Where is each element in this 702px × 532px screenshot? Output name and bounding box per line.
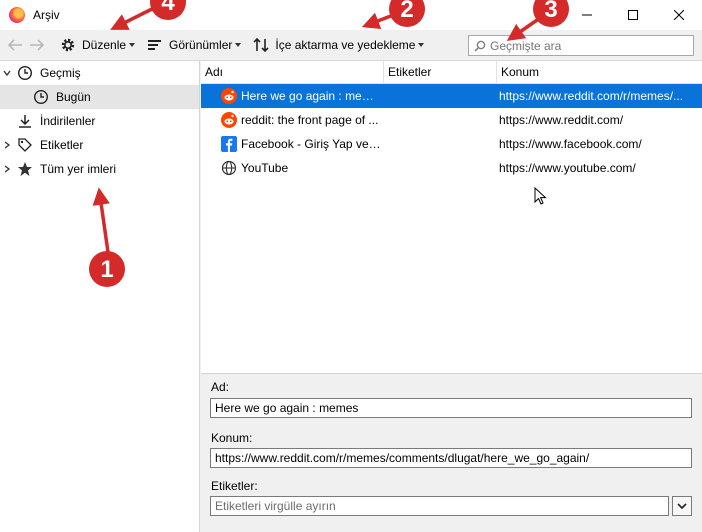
sidebar-item-downloads[interactable]: İndirilenler	[0, 109, 199, 133]
clock-icon	[16, 65, 34, 81]
facebook-icon	[221, 136, 237, 152]
caret-down-icon	[129, 43, 136, 47]
title-bar: Arşiv	[0, 0, 702, 30]
row-name: Here we go again : memes	[241, 89, 382, 103]
list-icon	[148, 40, 162, 50]
gear-icon	[61, 38, 75, 52]
row-location: https://www.reddit.com/	[499, 113, 624, 127]
tag-icon	[16, 137, 34, 153]
forward-button[interactable]	[26, 34, 48, 56]
organize-label: Düzenle	[82, 38, 127, 52]
name-field[interactable]: Here we go again : memes	[210, 398, 692, 418]
import-backup-button[interactable]: İçe aktarma ve yedekleme	[249, 33, 428, 57]
sidebar: Geçmiş Bugün İndirilenler Etiketler Tüm …	[0, 61, 200, 532]
views-button[interactable]: Görünümler	[143, 33, 245, 57]
star-icon	[16, 161, 34, 177]
back-button[interactable]	[4, 34, 26, 56]
location-field-label: Konum:	[211, 431, 253, 445]
sidebar-item-label: İndirilenler	[40, 114, 96, 128]
tags-field-label: Etiketler:	[211, 479, 258, 493]
firefox-icon	[9, 7, 25, 23]
sidebar-item-today[interactable]: Bugün	[0, 85, 199, 109]
row-location: https://www.facebook.com/	[499, 137, 642, 151]
caret-down-icon	[235, 43, 242, 47]
sidebar-item-tags[interactable]: Etiketler	[0, 133, 199, 157]
download-icon	[16, 113, 34, 129]
column-header-location[interactable]: Konum	[497, 61, 702, 84]
minimize-button[interactable]	[564, 0, 610, 30]
import-export-icon	[253, 37, 269, 53]
row-name: YouTube	[241, 161, 289, 175]
search-box[interactable]	[468, 35, 694, 56]
table-row[interactable]: reddit: the front page of ... https://ww…	[201, 108, 702, 132]
views-label: Görünümler	[169, 38, 233, 52]
globe-icon	[221, 160, 237, 176]
toolbar: Düzenle Görünümler İçe aktarma ve yedekl…	[0, 30, 702, 61]
clock-icon	[32, 89, 50, 105]
sidebar-item-all-bookmarks[interactable]: Tüm yer imleri	[0, 157, 199, 181]
row-name: reddit: the front page of ...	[241, 113, 379, 127]
chevron-right-icon[interactable]	[0, 141, 14, 149]
sidebar-item-label: Etiketler	[40, 138, 84, 152]
row-name: Facebook - Giriş Yap vey...	[241, 137, 382, 151]
table-row[interactable]: Here we go again : memes https://www.red…	[201, 84, 702, 108]
close-button[interactable]	[656, 0, 702, 30]
chevron-right-icon[interactable]	[0, 165, 14, 173]
forward-arrow-icon	[30, 39, 45, 51]
reddit-icon	[221, 88, 237, 104]
column-header-tags[interactable]: Etiketler	[384, 61, 497, 84]
organize-button[interactable]: Düzenle	[56, 33, 139, 57]
sidebar-item-label: Geçmiş	[40, 66, 81, 80]
maximize-icon	[628, 10, 638, 20]
sidebar-item-label: Tüm yer imleri	[40, 162, 117, 176]
search-input[interactable]	[490, 38, 686, 53]
minimize-icon	[582, 14, 592, 16]
table-row[interactable]: YouTube https://www.youtube.com/	[201, 156, 702, 180]
column-header-name[interactable]: Adı	[201, 61, 384, 84]
table-row[interactable]: Facebook - Giriş Yap vey... https://www.…	[201, 132, 702, 156]
maximize-button[interactable]	[610, 0, 656, 30]
caret-down-icon	[418, 43, 425, 47]
back-arrow-icon	[7, 39, 22, 51]
sidebar-item-history[interactable]: Geçmiş	[0, 61, 199, 85]
row-location: https://www.youtube.com/	[499, 161, 636, 175]
sidebar-item-label: Bugün	[56, 90, 91, 104]
search-icon	[474, 40, 486, 51]
window-controls	[564, 0, 702, 30]
tags-dropdown-button[interactable]	[672, 496, 692, 516]
row-location: https://www.reddit.com/r/memes/...	[499, 89, 684, 103]
history-table: Adı Etiketler Konum Here we go again : m…	[201, 61, 702, 373]
reddit-icon	[221, 112, 237, 128]
window-title: Arşiv	[33, 8, 60, 22]
table-header: Adı Etiketler Konum	[201, 61, 702, 84]
tags-field[interactable]: Etiketleri virgülle ayırın	[210, 496, 669, 516]
import-label: İçe aktarma ve yedekleme	[275, 38, 416, 52]
chevron-down-icon	[677, 503, 687, 510]
chevron-down-icon[interactable]	[0, 69, 14, 77]
mouse-cursor-icon	[534, 187, 547, 205]
name-field-label: Ad:	[211, 380, 230, 394]
close-icon	[674, 10, 684, 20]
details-panel: Ad: Here we go again : memes Konum: http…	[201, 373, 702, 532]
location-field[interactable]: https://www.reddit.com/r/memes/comments/…	[210, 448, 692, 468]
